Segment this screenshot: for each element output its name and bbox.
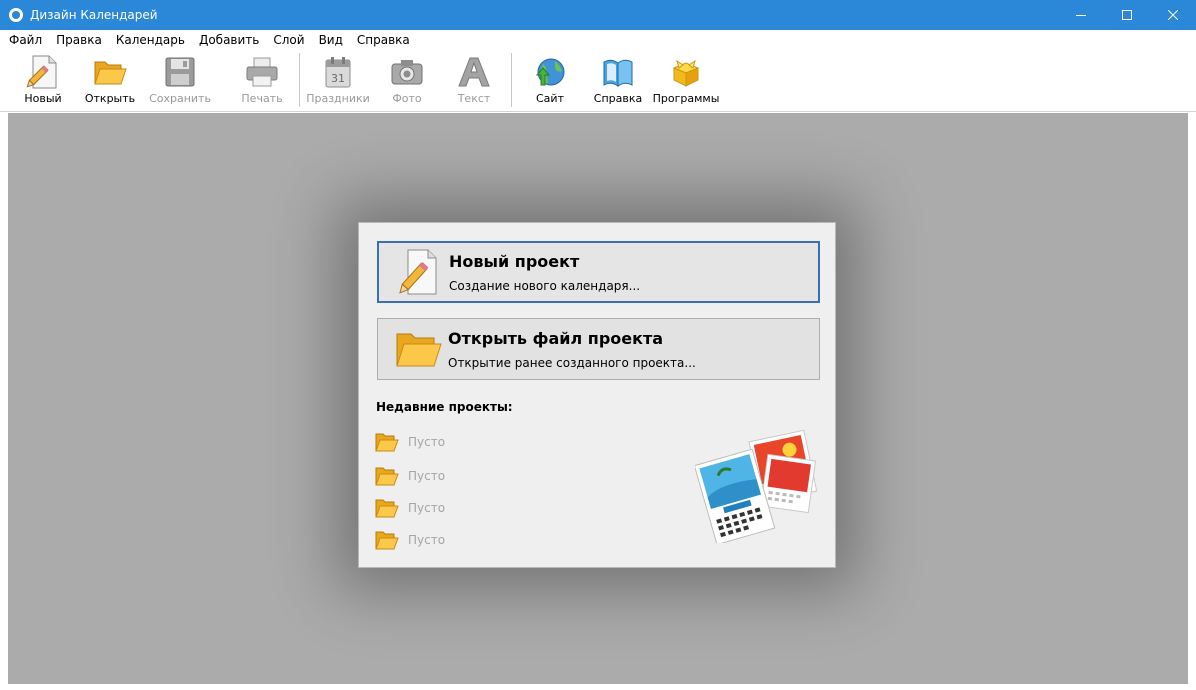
text-button[interactable]: Текст <box>454 53 494 107</box>
programs-button-label: Программы <box>652 92 720 105</box>
recent-item-label: Пусто <box>408 469 446 483</box>
open-project-subtitle: Открытие ранее созданного проекта... <box>448 355 696 370</box>
new-project-title: Новый проект <box>449 251 580 271</box>
holidays-button-label: Праздники <box>306 92 370 105</box>
menu-file[interactable]: Файл <box>9 33 42 47</box>
minimize-button[interactable] <box>1058 0 1104 30</box>
window-bottom-edge <box>0 684 1196 690</box>
save-button[interactable]: Сохранить <box>149 53 211 107</box>
folder-open-icon <box>90 53 130 91</box>
floppy-disk-icon <box>160 53 200 91</box>
folder-icon <box>375 531 399 550</box>
menu-bar: Файл Правка Календарь Добавить Слой Вид … <box>0 30 1196 49</box>
print-button-label: Печать <box>241 92 283 105</box>
open-button-label: Открыть <box>84 92 136 105</box>
app-icon[interactable] <box>9 8 23 22</box>
maximize-button[interactable] <box>1104 0 1150 30</box>
folder-icon <box>375 433 399 452</box>
menu-view[interactable]: Вид <box>319 33 343 47</box>
recent-item-label: Пусто <box>408 533 446 547</box>
open-project-title: Открыть файл проекта <box>448 328 664 348</box>
toolbar-separator <box>511 53 512 107</box>
maximize-icon <box>1122 10 1132 20</box>
recent-projects-title: Недавние проекты: <box>376 400 513 414</box>
folder-icon <box>375 467 399 486</box>
text-letter-icon <box>454 53 494 91</box>
new-document-icon <box>395 246 443 298</box>
menu-add[interactable]: Добавить <box>199 33 259 47</box>
printer-icon <box>242 53 282 91</box>
svg-text:31: 31 <box>331 72 345 85</box>
globe-icon <box>530 53 570 91</box>
toolbar: Новый Открыть Сохранить Печать 31 Праздн… <box>0 49 1196 129</box>
site-button[interactable]: Сайт <box>530 53 570 107</box>
text-button-label: Текст <box>457 92 491 105</box>
menu-calendar[interactable]: Календарь <box>116 33 185 47</box>
folder-icon <box>375 499 399 518</box>
title-bar[interactable]: Дизайн Календарей <box>0 0 1196 30</box>
close-icon <box>1168 10 1178 20</box>
book-icon <box>598 53 638 91</box>
recent-item-label: Пусто <box>408 501 446 515</box>
recent-item-label: Пусто <box>408 435 446 449</box>
calendar-photos-illustration <box>695 429 818 543</box>
open-project-button[interactable]: Открыть файл проекта Открытие ранее созд… <box>377 318 820 380</box>
menu-help[interactable]: Справка <box>357 33 410 47</box>
window-controls <box>1058 0 1196 30</box>
folder-open-icon <box>394 323 442 375</box>
new-project-subtitle: Создание нового календаря... <box>449 278 641 293</box>
site-button-label: Сайт <box>536 92 564 105</box>
holidays-button[interactable]: 31 Праздники <box>306 53 370 107</box>
photo-button[interactable]: Фото <box>386 53 428 107</box>
programs-button[interactable]: Программы <box>653 53 719 107</box>
new-project-button[interactable]: Новый проект Создание нового календаря..… <box>377 241 820 303</box>
camera-icon <box>387 53 427 91</box>
toolbar-separator <box>299 53 300 107</box>
recent-item[interactable]: Пусто <box>375 496 445 520</box>
close-button[interactable] <box>1150 0 1196 30</box>
menu-edit[interactable]: Правка <box>56 33 102 47</box>
recent-item[interactable]: Пусто <box>375 528 445 552</box>
recent-item[interactable]: Пусто <box>375 430 445 454</box>
print-button[interactable]: Печать <box>240 53 284 107</box>
help-button[interactable]: Справка <box>594 53 642 107</box>
gift-box-icon <box>666 53 706 91</box>
photo-button-label: Фото <box>392 92 422 105</box>
save-button-label: Сохранить <box>149 92 211 105</box>
new-document-icon <box>23 53 63 91</box>
open-button[interactable]: Открыть <box>84 53 136 107</box>
new-button[interactable]: Новый <box>22 53 64 107</box>
new-button-label: Новый <box>24 92 62 105</box>
recent-item[interactable]: Пусто <box>375 464 445 488</box>
start-dialog: Новый проект Создание нового календаря..… <box>358 222 836 568</box>
minimize-icon <box>1076 15 1086 16</box>
window-title: Дизайн Календарей <box>30 8 158 22</box>
menu-layer[interactable]: Слой <box>273 33 304 47</box>
calendar-icon: 31 <box>318 53 358 91</box>
help-button-label: Справка <box>593 92 643 105</box>
